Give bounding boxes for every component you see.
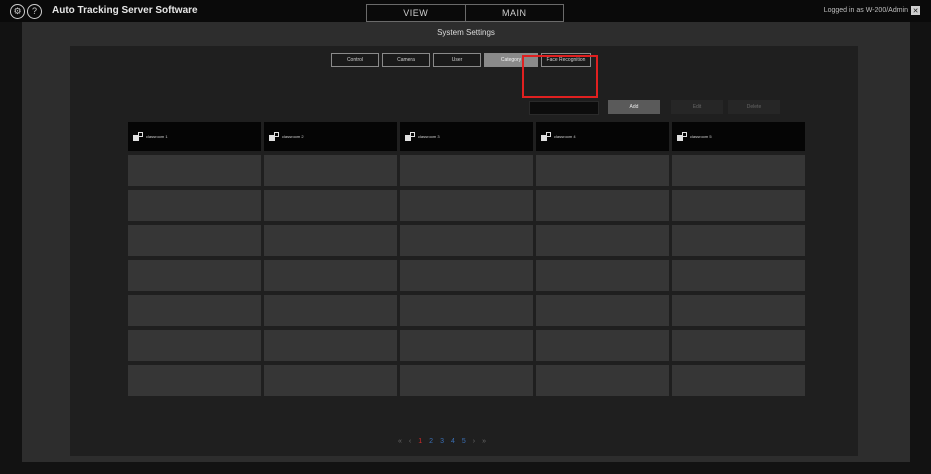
category-header[interactable]: classroom 2	[264, 122, 397, 151]
camera-icon	[541, 132, 551, 141]
delete-button[interactable]: Delete	[728, 100, 780, 114]
category-header-label: classroom 5	[690, 134, 712, 139]
search-input[interactable]	[529, 101, 599, 115]
pagination: « ‹ 1 2 3 4 5 › »	[398, 438, 486, 445]
tab-camera[interactable]: Camera	[382, 53, 430, 67]
highlight-annotation	[522, 55, 598, 98]
mode-tabs: VIEW MAIN	[366, 4, 564, 22]
add-button[interactable]: Add	[608, 100, 660, 114]
first-page-button[interactable]: «	[398, 438, 402, 445]
category-slot[interactable]	[264, 190, 397, 221]
camera-icon	[269, 132, 279, 141]
camera-icon	[677, 132, 687, 141]
tab-control[interactable]: Control	[331, 53, 379, 67]
category-slot[interactable]	[264, 155, 397, 186]
category-slot[interactable]	[264, 260, 397, 291]
category-header-label: classroom 1	[146, 134, 168, 139]
category-slot[interactable]	[128, 225, 261, 256]
top-bar: ⚙ ? Auto Tracking Server Software VIEW M…	[0, 0, 931, 22]
category-slot[interactable]	[400, 365, 533, 396]
camera-icon	[405, 132, 415, 141]
prev-page-button[interactable]: ‹	[409, 438, 411, 445]
category-slot[interactable]	[536, 155, 669, 186]
category-slot[interactable]	[672, 330, 805, 361]
category-slot[interactable]	[264, 365, 397, 396]
camera-icon	[133, 132, 143, 141]
category-slot[interactable]	[128, 295, 261, 326]
category-header[interactable]: classroom 4	[536, 122, 669, 151]
category-grid: classroom 1 classroom 2 classroom 3 classro…	[128, 122, 806, 396]
page-4[interactable]: 4	[451, 438, 455, 445]
app-title: Auto Tracking Server Software	[52, 5, 198, 16]
category-slot[interactable]	[128, 330, 261, 361]
category-header[interactable]: classroom 3	[400, 122, 533, 151]
category-slot[interactable]	[128, 260, 261, 291]
category-slot[interactable]	[400, 295, 533, 326]
category-header[interactable]: classroom 1	[128, 122, 261, 151]
next-page-button[interactable]: ›	[473, 438, 475, 445]
category-slot[interactable]	[536, 365, 669, 396]
page-3[interactable]: 3	[440, 438, 444, 445]
category-slot[interactable]	[536, 330, 669, 361]
category-slot[interactable]	[672, 225, 805, 256]
category-slot[interactable]	[128, 190, 261, 221]
category-slot[interactable]	[672, 365, 805, 396]
category-slot[interactable]	[536, 260, 669, 291]
category-slot[interactable]	[264, 295, 397, 326]
category-slot[interactable]	[264, 225, 397, 256]
category-slot[interactable]	[672, 155, 805, 186]
page-title: System Settings	[437, 28, 495, 37]
category-slot[interactable]	[672, 260, 805, 291]
page-1[interactable]: 1	[418, 438, 422, 445]
page-5[interactable]: 5	[462, 438, 466, 445]
main-area: System Settings Control Camera User Cate…	[22, 22, 910, 462]
tab-main[interactable]: MAIN	[464, 5, 564, 21]
category-slot[interactable]	[672, 295, 805, 326]
category-slot[interactable]	[264, 330, 397, 361]
category-header-label: classroom 2	[282, 134, 304, 139]
category-slot[interactable]	[672, 190, 805, 221]
category-header-label: classroom 3	[418, 134, 440, 139]
help-icon[interactable]: ?	[27, 4, 42, 19]
edit-button[interactable]: Edit	[671, 100, 723, 114]
settings-panel: Control Camera User Category Face Recogn…	[70, 46, 858, 456]
category-slot[interactable]	[400, 190, 533, 221]
category-slot[interactable]	[536, 190, 669, 221]
category-slot[interactable]	[128, 155, 261, 186]
category-slot[interactable]	[400, 260, 533, 291]
last-page-button[interactable]: »	[482, 438, 486, 445]
login-status: Logged in as W-200/Admin	[823, 7, 908, 14]
category-header-label: classroom 4	[554, 134, 576, 139]
logout-icon[interactable]: ✕	[911, 6, 920, 15]
tab-user[interactable]: User	[433, 53, 481, 67]
category-slot[interactable]	[536, 295, 669, 326]
page-2[interactable]: 2	[429, 438, 433, 445]
category-slot[interactable]	[400, 225, 533, 256]
category-slot[interactable]	[536, 225, 669, 256]
category-slot[interactable]	[128, 365, 261, 396]
category-slot[interactable]	[400, 330, 533, 361]
settings-icon[interactable]: ⚙	[10, 4, 25, 19]
category-slot[interactable]	[400, 155, 533, 186]
category-header[interactable]: classroom 5	[672, 122, 805, 151]
tab-view[interactable]: VIEW	[367, 5, 465, 21]
